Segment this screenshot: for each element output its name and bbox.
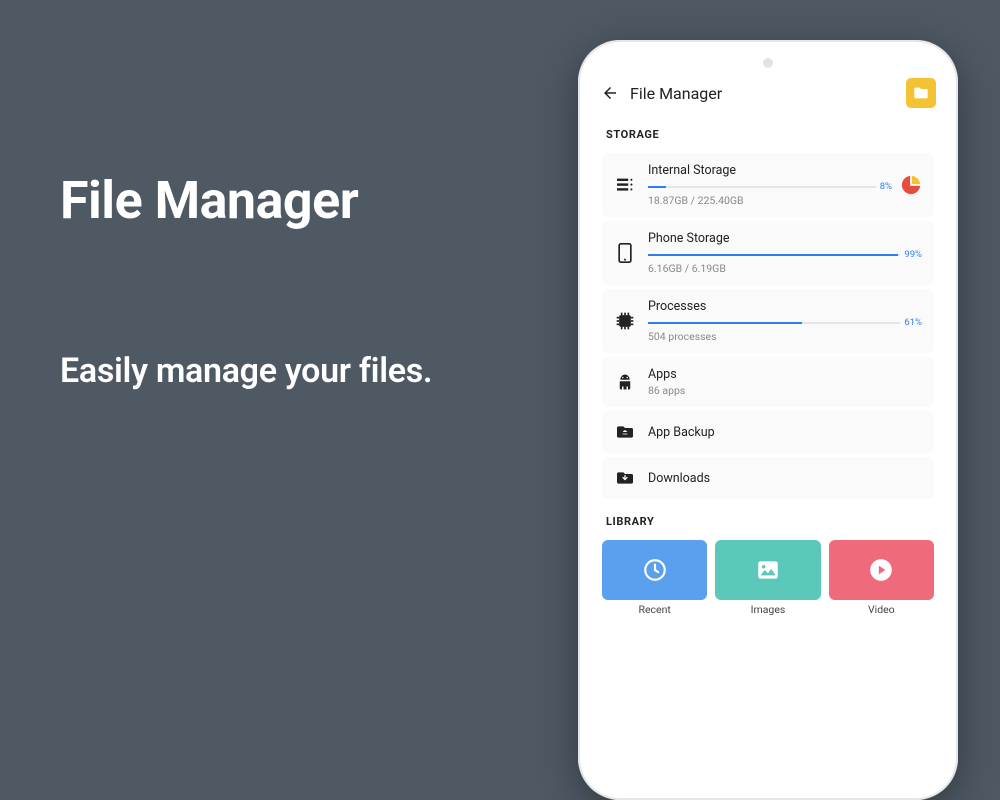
hero-subtitle: Easily manage your files. bbox=[60, 351, 580, 391]
library-images-label: Images bbox=[715, 603, 820, 616]
phone-icon bbox=[614, 242, 636, 264]
storage-phone-title: Phone Storage bbox=[648, 231, 922, 246]
folder-icon bbox=[913, 85, 929, 101]
pie-chart-icon bbox=[900, 174, 922, 196]
hero-title: File Manager bbox=[60, 170, 580, 231]
storage-downloads-title: Downloads bbox=[648, 471, 922, 486]
storage-processes-progress bbox=[648, 322, 900, 324]
storage-phone-detail: 6.16GB / 6.19GB bbox=[648, 262, 922, 275]
library-grid: Recent Images Video bbox=[592, 536, 944, 616]
app-title: File Manager bbox=[630, 84, 722, 103]
storage-internal-progress bbox=[648, 186, 876, 188]
section-storage: STORAGE bbox=[592, 116, 944, 149]
storage-phone-percent: 99% bbox=[904, 249, 922, 260]
storage-downloads[interactable]: Downloads bbox=[602, 457, 934, 499]
analysis-button[interactable] bbox=[900, 174, 922, 196]
storage-internal-percent: 8% bbox=[880, 181, 892, 192]
android-icon bbox=[614, 371, 636, 393]
library-images[interactable]: Images bbox=[715, 540, 820, 616]
folder-button[interactable] bbox=[906, 78, 936, 108]
downloads-icon bbox=[614, 467, 636, 489]
section-library: LIBRARY bbox=[592, 503, 944, 536]
storage-backup[interactable]: App Backup bbox=[602, 411, 934, 453]
storage-internal-title: Internal Storage bbox=[648, 163, 892, 178]
library-recent-label: Recent bbox=[602, 603, 707, 616]
storage-apps-detail: 86 apps bbox=[648, 384, 922, 397]
storage-processes-percent: 61% bbox=[904, 317, 922, 328]
backup-icon bbox=[614, 421, 636, 443]
play-icon bbox=[868, 557, 894, 583]
app-bar: File Manager bbox=[592, 74, 944, 116]
storage-icon bbox=[614, 174, 636, 196]
clock-icon bbox=[642, 557, 668, 583]
storage-internal[interactable]: Internal Storage 8% 18.87GB / 225.40GB bbox=[602, 153, 934, 217]
storage-processes-title: Processes bbox=[648, 299, 922, 314]
storage-apps[interactable]: Apps 86 apps bbox=[602, 357, 934, 407]
arrow-left-icon bbox=[601, 84, 619, 102]
library-video[interactable]: Video bbox=[829, 540, 934, 616]
storage-internal-detail: 18.87GB / 225.40GB bbox=[648, 194, 892, 207]
phone-notch bbox=[763, 58, 773, 68]
library-recent[interactable]: Recent bbox=[602, 540, 707, 616]
storage-processes-detail: 504 processes bbox=[648, 330, 922, 343]
storage-phone-progress bbox=[648, 254, 900, 256]
library-video-label: Video bbox=[829, 603, 934, 616]
storage-phone[interactable]: Phone Storage 99% 6.16GB / 6.19GB bbox=[602, 221, 934, 285]
storage-apps-title: Apps bbox=[648, 367, 922, 382]
storage-backup-title: App Backup bbox=[648, 425, 922, 440]
hero: File Manager Easily manage your files. bbox=[60, 170, 580, 391]
storage-processes[interactable]: Processes 61% 504 processes bbox=[602, 289, 934, 353]
phone-frame: File Manager STORAGE Internal Storage 8%… bbox=[578, 40, 958, 800]
image-icon bbox=[755, 557, 781, 583]
back-button[interactable] bbox=[600, 83, 620, 103]
phone-screen: File Manager STORAGE Internal Storage 8%… bbox=[592, 74, 944, 786]
cpu-icon bbox=[614, 310, 636, 332]
